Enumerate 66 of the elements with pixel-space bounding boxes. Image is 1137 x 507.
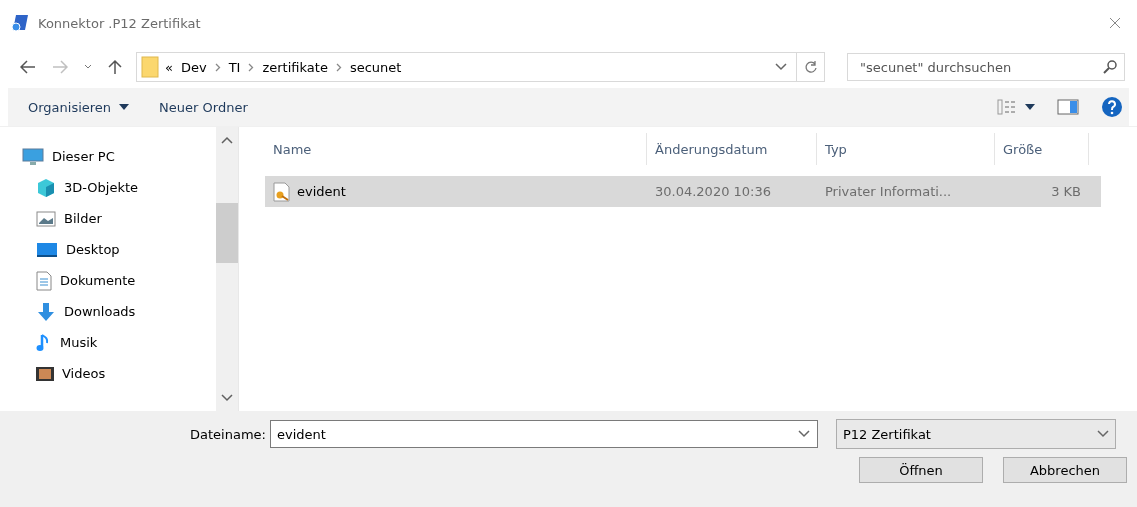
address-bar[interactable]: « Dev TI zertifikate secunet [136,52,825,82]
refresh-icon [803,60,818,74]
download-arrow-icon [36,301,56,322]
caret-down-icon [775,63,787,71]
document-icon [36,270,52,291]
cube-icon [36,177,56,198]
scroll-down-icon [221,394,233,402]
caret-down-icon [797,430,810,438]
window-title: Konnektor .P12 Zertifikat [38,15,202,31]
breadcrumb-item[interactable]: secunet [349,59,402,75]
preview-pane-button[interactable] [1057,97,1079,117]
forward-arrow-icon [52,60,68,74]
folder-icon [141,56,159,78]
new-folder-button[interactable]: Neuer Ordner [159,97,248,117]
column-header[interactable]: Typ [817,133,995,165]
search-icon [1103,60,1117,74]
search-field[interactable]: "secunet" durchsuchen [847,53,1125,81]
caret-down-icon [84,64,92,70]
sidebar-item[interactable]: Bilder [22,203,216,234]
sidebar-item[interactable]: Dokumente [22,265,216,296]
column-header[interactable]: Name [265,133,647,165]
column-header[interactable]: Änderungsdatum [647,133,817,165]
details-view-icon [997,99,1017,115]
chevron-icon [248,62,255,72]
file-type-dropdown[interactable]: P12 Zertifikat [835,419,1116,449]
chevron-icon [214,62,221,72]
scroll-up-icon [221,136,233,144]
breadcrumb-item[interactable]: Dev [180,59,207,75]
organize-menu-button[interactable]: Organisieren [28,97,130,117]
view-options-button[interactable] [997,97,1035,117]
overflow-crumb[interactable]: « [165,59,173,75]
breadcrumb-item[interactable]: zertifikate [262,59,328,75]
chevron-icon [335,62,342,72]
cancel-button[interactable]: Abbrechen [1003,457,1127,483]
file-type: Privater Informati... [825,184,952,199]
column-header[interactable]: Größe [995,133,1089,165]
app-icon [10,13,30,33]
certificate-file-icon [273,181,291,202]
caret-down-icon [1025,104,1035,110]
sidebar-item[interactable]: 3D-Objekte [22,172,216,203]
up-arrow-icon [108,59,122,75]
close-icon [1109,17,1121,29]
sidebar-item[interactable]: Musik [22,327,216,358]
file-size: 3 KB [1051,184,1081,199]
film-icon [36,366,54,381]
filename-label: Dateiname: [190,426,266,442]
monitor-icon [22,147,44,166]
breadcrumb-item[interactable]: TI [228,59,241,75]
caret-down-icon [1096,430,1109,438]
sidebar-item[interactable]: Videos [22,358,216,389]
help-icon [1101,96,1123,118]
pane-icon [1057,99,1079,115]
filename-field[interactable]: evident [269,420,818,448]
sidebar-item[interactable]: Desktop [22,234,216,265]
scrollbar-thumb[interactable] [216,203,238,263]
sidebar-item[interactable]: Downloads [22,296,216,327]
back-arrow-icon [20,60,36,74]
open-button[interactable]: Öffnen [859,457,983,483]
help-button[interactable] [1101,94,1123,120]
file-row[interactable]: evident 30.04.2020 10:36 Privater Informati... 3 KB [265,176,1101,207]
desktop-icon [36,241,58,258]
picture-file-icon [36,210,56,227]
sidebar-item[interactable]: Dieser PC [22,141,216,172]
file-name: evident [297,184,346,199]
file-date: 30.04.2020 10:36 [655,184,772,199]
caret-down-icon [119,104,130,110]
